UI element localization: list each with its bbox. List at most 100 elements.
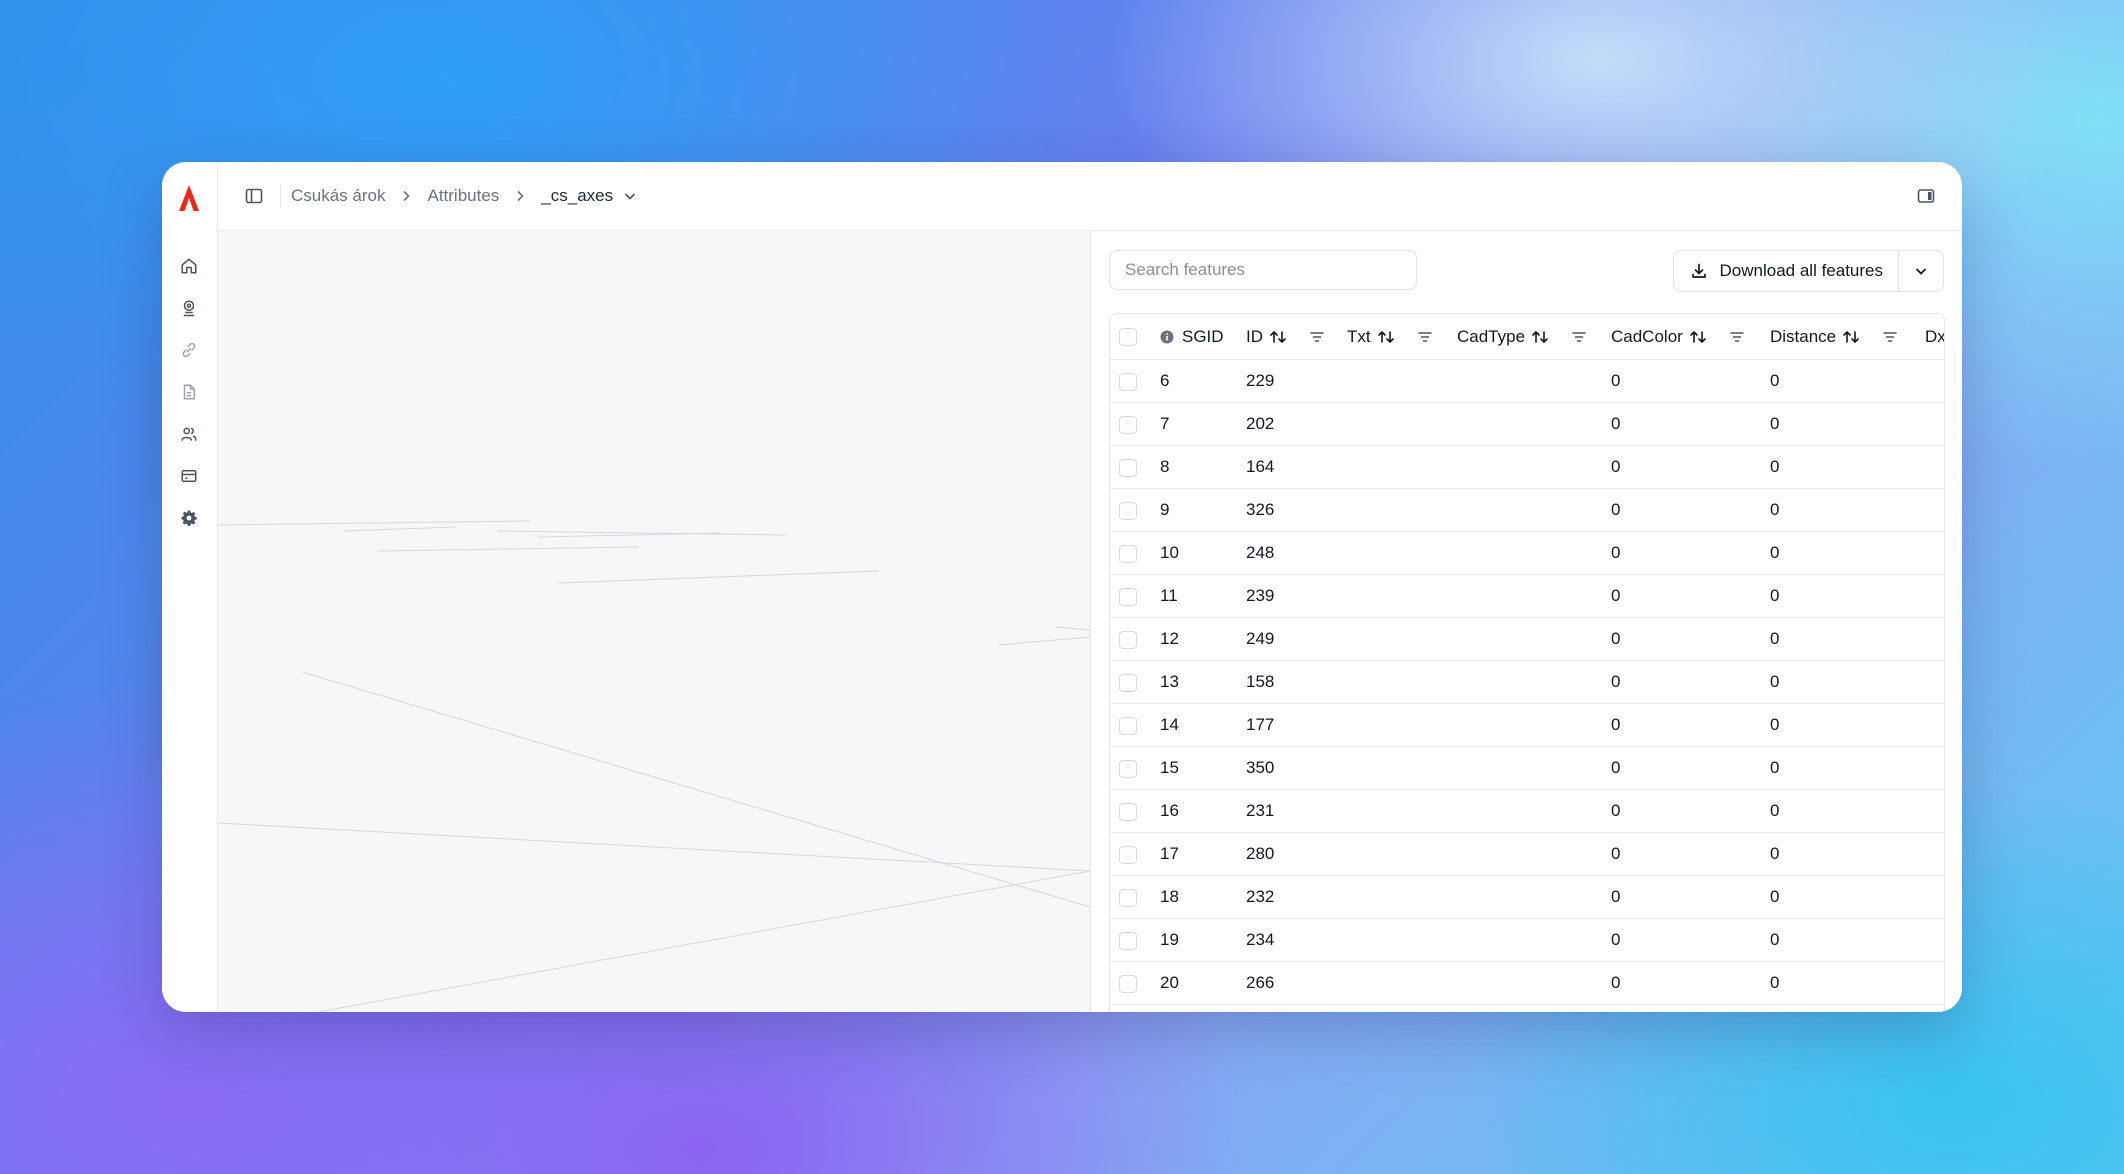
rail-home-button[interactable] xyxy=(177,254,201,278)
table-row[interactable]: 8 164 0 0 xyxy=(1110,445,1944,489)
column-header-id[interactable]: ID xyxy=(1246,327,1263,347)
row-checkbox[interactable] xyxy=(1119,630,1137,649)
table-row[interactable]: 20 266 0 0 xyxy=(1110,961,1944,1005)
row-checkbox[interactable] xyxy=(1119,501,1137,520)
row-checkbox[interactable] xyxy=(1119,802,1137,821)
users-icon xyxy=(181,427,197,441)
breadcrumb-project[interactable]: Csukás árok xyxy=(291,186,385,206)
cell-id: 158 xyxy=(1246,660,1347,704)
cell-cadtype xyxy=(1457,574,1611,618)
cell-cadcolor: 0 xyxy=(1611,531,1770,575)
column-header-distance[interactable]: Distance xyxy=(1770,327,1836,347)
cell-id: 231 xyxy=(1246,789,1347,833)
cell-cadtype xyxy=(1457,789,1611,833)
cell-distance: 0 xyxy=(1770,746,1925,790)
cell-cadcolor: 0 xyxy=(1611,617,1770,661)
row-checkbox[interactable] xyxy=(1119,931,1137,950)
sort-icon[interactable] xyxy=(1377,329,1395,345)
filter-icon[interactable] xyxy=(1882,329,1898,345)
map-canvas[interactable] xyxy=(218,231,1091,1012)
column-header-sgid: SGID xyxy=(1182,326,1224,346)
cell-sgid: 19 xyxy=(1160,918,1246,962)
rail-billing-button[interactable] xyxy=(177,464,201,488)
sort-icon[interactable] xyxy=(1269,329,1287,345)
info-icon[interactable] xyxy=(1160,330,1174,344)
filter-icon[interactable] xyxy=(1309,329,1325,345)
column-header-dx[interactable]: Dx xyxy=(1925,327,1944,347)
row-checkbox[interactable] xyxy=(1119,587,1137,606)
cell-sgid: 18 xyxy=(1160,875,1246,919)
rail-settings-button[interactable] xyxy=(177,506,201,530)
table-row[interactable]: 19 234 0 0 xyxy=(1110,918,1944,962)
row-checkbox[interactable] xyxy=(1119,845,1137,864)
breadcrumb-layer[interactable]: _cs_axes xyxy=(541,186,613,206)
table-row[interactable]: 11 239 0 0 xyxy=(1110,574,1944,618)
cell-cadtype xyxy=(1457,703,1611,747)
table-row[interactable]: 15 350 0 0 xyxy=(1110,746,1944,790)
row-checkbox[interactable] xyxy=(1119,544,1137,563)
cell-sgid: 17 xyxy=(1160,832,1246,876)
cell-cadcolor: 0 xyxy=(1611,918,1770,962)
cell-distance: 0 xyxy=(1770,832,1925,876)
cell-dx xyxy=(1925,402,1944,446)
table-row[interactable]: 13 158 0 0 xyxy=(1110,660,1944,704)
filter-icon[interactable] xyxy=(1729,329,1745,345)
panel-toggle-icon[interactable] xyxy=(1916,186,1936,206)
cell-sgid: 10 xyxy=(1160,531,1246,575)
chevron-down-icon[interactable] xyxy=(623,189,637,203)
cell-id: 232 xyxy=(1246,875,1347,919)
row-checkbox[interactable] xyxy=(1119,372,1137,391)
filter-icon[interactable] xyxy=(1417,329,1433,345)
cell-id: 239 xyxy=(1246,574,1347,618)
brand-logo-icon[interactable] xyxy=(178,184,200,212)
table-row[interactable]: 17 280 0 0 xyxy=(1110,832,1944,876)
row-checkbox[interactable] xyxy=(1119,716,1137,735)
sort-icon[interactable] xyxy=(1531,329,1549,345)
cell-id: 280 xyxy=(1246,832,1347,876)
cell-dx xyxy=(1925,746,1944,790)
cell-sgid: 13 xyxy=(1160,660,1246,704)
row-checkbox[interactable] xyxy=(1119,759,1137,778)
select-all-checkbox[interactable] xyxy=(1119,328,1137,347)
map-line xyxy=(377,546,639,552)
rail-map-button[interactable] xyxy=(177,296,201,320)
link-icon xyxy=(182,342,196,358)
row-checkbox[interactable] xyxy=(1119,673,1137,692)
table-row[interactable]: 18 232 0 0 xyxy=(1110,875,1944,919)
table-row[interactable]: 10 248 0 0 xyxy=(1110,531,1944,575)
table-row[interactable]: 6 229 0 0 xyxy=(1110,359,1944,403)
rail-documents-button[interactable] xyxy=(177,380,201,404)
cell-txt xyxy=(1347,832,1457,876)
row-checkbox[interactable] xyxy=(1119,458,1137,477)
column-header-cadcolor[interactable]: CadColor xyxy=(1611,327,1683,347)
cell-cadcolor: 0 xyxy=(1611,703,1770,747)
column-header-cadtype[interactable]: CadType xyxy=(1457,327,1525,347)
table-row[interactable]: 16 231 0 0 xyxy=(1110,789,1944,833)
download-options-button[interactable] xyxy=(1899,251,1943,291)
cell-cadcolor: 0 xyxy=(1611,961,1770,1005)
map-line xyxy=(301,671,1090,908)
map-line xyxy=(1055,626,1090,631)
cell-distance: 0 xyxy=(1770,617,1925,661)
rail-links-button[interactable] xyxy=(177,338,201,362)
table-row[interactable]: 14 177 0 0 xyxy=(1110,703,1944,747)
sidebar-toggle-icon[interactable] xyxy=(244,186,264,206)
cell-cadcolor: 0 xyxy=(1611,875,1770,919)
search-input[interactable] xyxy=(1109,250,1417,290)
table-row[interactable]: 9 326 0 0 xyxy=(1110,488,1944,532)
filter-icon[interactable] xyxy=(1571,329,1587,345)
breadcrumb-section[interactable]: Attributes xyxy=(427,186,499,206)
table-row[interactable]: 12 249 0 0 xyxy=(1110,617,1944,661)
table-row[interactable]: 7 202 0 0 xyxy=(1110,402,1944,446)
rail-users-button[interactable] xyxy=(177,422,201,446)
home-icon xyxy=(181,258,197,274)
row-checkbox[interactable] xyxy=(1119,415,1137,434)
row-checkbox[interactable] xyxy=(1119,888,1137,907)
row-checkbox[interactable] xyxy=(1119,974,1137,993)
sort-icon[interactable] xyxy=(1689,329,1707,345)
sort-icon[interactable] xyxy=(1842,329,1860,345)
cell-dx xyxy=(1925,488,1944,532)
download-all-button[interactable]: Download all features xyxy=(1674,251,1899,291)
column-header-txt[interactable]: Txt xyxy=(1347,327,1371,347)
cell-sgid: 6 xyxy=(1160,359,1246,403)
